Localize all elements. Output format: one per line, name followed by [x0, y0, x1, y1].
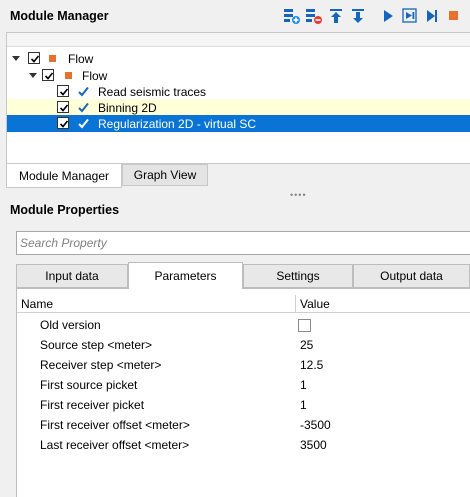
- property-row-last-receiver-offset[interactable]: Last receiver offset <meter> 3500: [17, 435, 470, 455]
- property-name: First receiver offset <meter>: [40, 418, 190, 432]
- add-module-icon[interactable]: [282, 7, 302, 25]
- property-row-receiver-step[interactable]: Receiver step <meter> 12.5: [17, 355, 470, 375]
- run-icon[interactable]: [378, 7, 398, 25]
- property-value[interactable]: 1: [300, 378, 307, 392]
- move-up-icon[interactable]: [326, 7, 346, 25]
- run-to-end-icon[interactable]: [422, 7, 442, 25]
- remove-module-icon[interactable]: [304, 7, 324, 25]
- property-name: Receiver step <meter>: [40, 358, 162, 372]
- check-mark-icon: [78, 86, 89, 97]
- tab-module-manager[interactable]: Module Manager: [6, 164, 122, 188]
- properties-tabs: Input data Parameters Settings Output da…: [16, 262, 470, 289]
- expand-arrow-icon[interactable]: [12, 56, 20, 61]
- view-tabs: Module Manager Graph View: [6, 164, 208, 188]
- column-header-name[interactable]: Name: [21, 297, 53, 311]
- tree-checkbox[interactable]: [28, 52, 40, 64]
- module-manager-header: Module Manager: [0, 0, 470, 32]
- splitter-handle[interactable]: ••••: [290, 190, 307, 200]
- tree-item-flow-child[interactable]: Flow: [7, 67, 470, 84]
- stop-icon[interactable]: [444, 7, 464, 25]
- column-divider[interactable]: [295, 295, 296, 313]
- property-row-source-step[interactable]: Source step <meter> 25: [17, 335, 470, 355]
- column-header-value[interactable]: Value: [300, 297, 330, 311]
- flow-square-icon: [65, 72, 72, 79]
- check-mark-icon: [78, 102, 89, 113]
- search-property-input[interactable]: Search Property: [16, 231, 470, 255]
- tree-checkbox[interactable]: [42, 69, 54, 81]
- run-step-icon[interactable]: [400, 7, 420, 25]
- property-name: Last receiver offset <meter>: [40, 438, 190, 452]
- property-value[interactable]: 12.5: [300, 358, 323, 372]
- property-grid-header: Name Value: [17, 295, 470, 313]
- tree-item-label: Flow: [68, 52, 94, 66]
- property-row-old-version[interactable]: Old version: [17, 315, 470, 335]
- tab-parameters[interactable]: Parameters: [128, 262, 243, 289]
- tree-item-regularization-2d[interactable]: Regularization 2D - virtual SC: [7, 115, 470, 132]
- property-value[interactable]: 25: [300, 338, 313, 352]
- tab-graph-view[interactable]: Graph View: [122, 164, 208, 186]
- tree-item-read-seismic-traces[interactable]: Read seismic traces: [7, 83, 470, 100]
- property-name: First source picket: [40, 378, 138, 392]
- flow-tree[interactable]: Flow Flow Read seismic traces Binning 2D…: [6, 32, 470, 164]
- check-mark-icon: [78, 118, 89, 129]
- module-manager-title: Module Manager: [10, 9, 109, 23]
- module-properties-title: Module Properties: [10, 203, 120, 217]
- tree-checkbox[interactable]: [57, 117, 69, 129]
- tree-header: [7, 33, 470, 47]
- move-down-icon[interactable]: [348, 7, 368, 25]
- property-value[interactable]: 3500: [300, 438, 327, 452]
- property-row-first-receiver-offset[interactable]: First receiver offset <meter> -3500: [17, 415, 470, 435]
- tab-settings[interactable]: Settings: [243, 264, 353, 288]
- property-name: First receiver picket: [40, 398, 145, 412]
- property-name: Source step <meter>: [40, 338, 153, 352]
- tree-item-flow-root[interactable]: Flow: [7, 50, 470, 67]
- tree-checkbox[interactable]: [57, 101, 69, 113]
- tab-output-data[interactable]: Output data: [353, 264, 470, 288]
- property-value[interactable]: -3500: [300, 418, 331, 432]
- property-grid: Name Value Old version Source step <mete…: [16, 288, 470, 497]
- tree-item-label: Flow: [82, 69, 108, 83]
- tree-checkbox[interactable]: [57, 85, 69, 97]
- property-row-first-receiver-picket[interactable]: First receiver picket 1: [17, 395, 470, 415]
- property-row-first-source-picket[interactable]: First source picket 1: [17, 375, 470, 395]
- old-version-checkbox[interactable]: [298, 319, 311, 332]
- flow-square-icon: [49, 55, 56, 62]
- tab-input-data[interactable]: Input data: [16, 264, 128, 288]
- tree-item-label: Binning 2D: [98, 101, 157, 115]
- tree-item-binning-2d[interactable]: Binning 2D: [7, 99, 470, 116]
- expand-arrow-icon[interactable]: [29, 73, 37, 78]
- tree-item-label: Read seismic traces: [98, 85, 207, 99]
- tree-item-label: Regularization 2D - virtual SC: [98, 117, 257, 131]
- property-value[interactable]: 1: [300, 398, 307, 412]
- property-name: Old version: [40, 318, 101, 332]
- module-toolbar: [282, 7, 464, 25]
